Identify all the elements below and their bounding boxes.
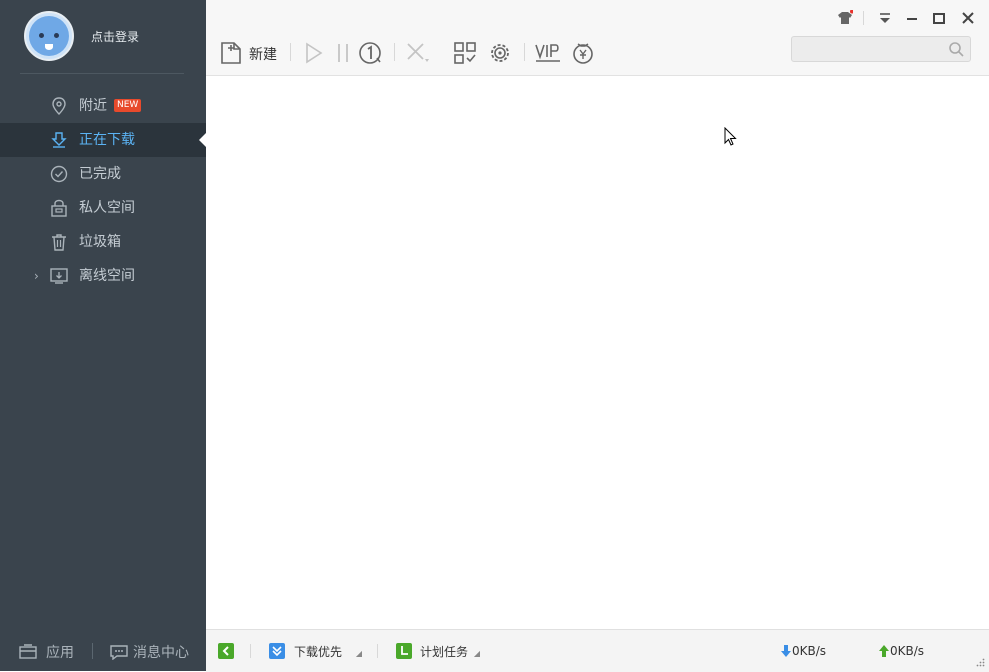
apps-icon xyxy=(19,644,37,659)
sidebar-item-label: 已完成 xyxy=(79,166,121,182)
sidebar-item-downloading[interactable]: 正在下载 xyxy=(0,123,206,157)
resize-grip[interactable] xyxy=(976,658,985,667)
sidebar-item-label: 附近 xyxy=(79,98,107,114)
pause-icon xyxy=(338,44,348,62)
arrow-left-icon xyxy=(218,643,234,659)
wallet-button[interactable] xyxy=(570,40,596,66)
download-speed-icon xyxy=(781,645,791,657)
trash-icon xyxy=(49,233,69,251)
sidebar-item-offline-space[interactable]: › 离线空间 xyxy=(0,259,206,293)
sidebar-item-nearby[interactable]: 附近 NEW xyxy=(0,89,206,123)
lock-folder-icon xyxy=(49,199,69,217)
toolbar: 新建 xyxy=(206,0,989,76)
qrcode-icon xyxy=(454,42,476,64)
download-priority-button[interactable]: 下载优先 ◢ xyxy=(269,643,362,660)
download-speed-value: 0KB/s xyxy=(792,644,827,658)
gear-icon xyxy=(491,44,509,62)
status-divider xyxy=(377,644,378,658)
avatar-eye-right xyxy=(54,33,59,38)
message-center-label: 消息中心 xyxy=(133,645,189,661)
sidebar-divider xyxy=(20,73,184,74)
search-icon[interactable] xyxy=(948,41,964,57)
scheduled-tasks-button[interactable]: 计划任务 ◢ xyxy=(396,643,480,660)
new-task-label[interactable]: 新建 xyxy=(249,44,277,64)
search-input[interactable] xyxy=(792,37,954,61)
schedule-icon xyxy=(396,643,412,659)
location-pin-icon xyxy=(49,97,69,115)
pause-button[interactable] xyxy=(330,40,356,66)
resize-grip-icon xyxy=(976,658,985,667)
message-center-button[interactable]: 消息中心 xyxy=(109,642,189,662)
login-link[interactable]: 点击登录 xyxy=(91,28,139,45)
sidebar-bottom-bar: 应用 消息中心 xyxy=(0,631,206,671)
sidebar-item-label: 私人空间 xyxy=(79,200,135,216)
single-task-icon xyxy=(359,42,381,64)
sidebar-item-label: 离线空间 xyxy=(79,268,135,284)
close-icon xyxy=(962,12,974,24)
play-icon xyxy=(306,42,323,64)
download-speed: 0KB/s xyxy=(780,644,826,658)
avatar[interactable] xyxy=(24,11,74,61)
shirt-icon xyxy=(838,10,853,24)
sidebar-nav: 附近 NEW 正在下载 已完成 私人空间 垃圾箱 › 离线空间 xyxy=(0,89,206,293)
sidebar-item-private-space[interactable]: 私人空间 xyxy=(0,191,206,225)
upload-speed-icon xyxy=(879,645,889,657)
chat-bubble-icon xyxy=(110,645,128,660)
new-file-icon xyxy=(221,42,241,64)
qrcode-button[interactable] xyxy=(452,40,478,66)
status-bar: 下载优先 ◢ 计划任务 ◢ 0KB/s 0KB/s xyxy=(206,629,989,672)
avatar-face xyxy=(29,16,69,56)
toolbar-divider xyxy=(290,43,291,61)
close-button[interactable] xyxy=(960,10,976,26)
status-divider xyxy=(250,644,251,658)
window-controls-divider xyxy=(863,11,864,25)
vip-button[interactable] xyxy=(534,40,562,66)
vip-icon xyxy=(535,44,560,62)
upload-speed-value: 0KB/s xyxy=(890,644,925,658)
new-task-button[interactable] xyxy=(219,40,245,66)
scheduled-tasks-label: 计划任务 xyxy=(420,645,469,659)
new-badge: NEW xyxy=(114,99,142,112)
menu-button[interactable] xyxy=(877,10,893,26)
delete-button[interactable] xyxy=(404,40,430,66)
schedule-dropdown-icon[interactable]: ◢ xyxy=(474,649,480,658)
start-button[interactable] xyxy=(300,40,326,66)
search-box xyxy=(791,36,971,62)
limit-one-button[interactable] xyxy=(357,40,383,66)
settings-button[interactable] xyxy=(487,40,513,66)
download-list-area[interactable] xyxy=(206,76,989,629)
dropdown-menu-icon xyxy=(880,13,890,23)
skin-button[interactable] xyxy=(837,10,853,26)
priority-dropdown-icon[interactable]: ◢ xyxy=(356,649,362,658)
chevron-right-icon[interactable]: › xyxy=(34,259,39,293)
avatar-mouth xyxy=(45,44,53,50)
sidebar-item-completed[interactable]: 已完成 xyxy=(0,157,206,191)
sidebar-item-label: 正在下载 xyxy=(79,132,135,148)
sidebar: 点击登录 附近 NEW 正在下载 已完成 私人空间 垃圾箱 › 离线空间 应用 … xyxy=(0,0,206,671)
bottom-divider xyxy=(92,643,93,659)
money-bag-icon xyxy=(573,43,593,64)
offline-space-icon xyxy=(49,267,69,285)
apps-label: 应用 xyxy=(46,645,74,661)
download-arrow-icon xyxy=(49,131,69,149)
toolbar-divider xyxy=(394,43,395,61)
minimize-button[interactable] xyxy=(904,10,920,26)
priority-icon xyxy=(269,643,285,659)
minimize-icon xyxy=(907,18,917,20)
check-circle-icon xyxy=(49,165,69,183)
download-priority-label: 下载优先 xyxy=(294,645,343,659)
maximize-icon xyxy=(933,13,945,24)
maximize-button[interactable] xyxy=(931,10,947,26)
mouse-cursor-icon xyxy=(724,127,737,146)
apps-button[interactable]: 应用 xyxy=(18,642,74,662)
upload-speed: 0KB/s xyxy=(878,644,924,658)
avatar-eye-left xyxy=(39,33,44,38)
collapse-sidebar-button[interactable] xyxy=(218,643,234,659)
toolbar-divider xyxy=(524,43,525,61)
sidebar-item-trash[interactable]: 垃圾箱 xyxy=(0,225,206,259)
sidebar-item-label: 垃圾箱 xyxy=(79,234,121,250)
delete-x-icon xyxy=(407,43,429,62)
